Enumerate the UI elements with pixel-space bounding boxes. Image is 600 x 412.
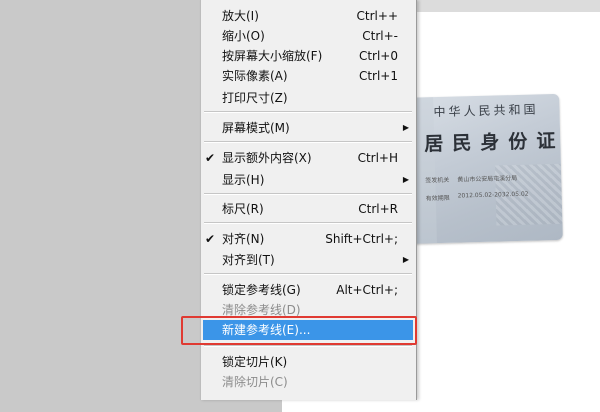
id-card-country-text: 中华人民共和国 (433, 102, 539, 120)
menu-item-snap[interactable]: ✔ 对齐(N) Shift+Ctrl+; (201, 229, 416, 249)
menu-item-label: 标尺(R) (222, 202, 264, 216)
menu-item-shortcut: Shift+Ctrl+; (325, 232, 398, 246)
menu-separator (204, 273, 412, 275)
submenu-arrow-icon: ▶ (402, 123, 409, 132)
menu-item-rulers[interactable]: 标尺(R) Ctrl+R (201, 199, 416, 219)
menu-item-label: 实际像素(A) (222, 69, 288, 83)
menu-item-show[interactable]: 显示(H) ▶ (201, 170, 416, 190)
menu-item-label: 对齐到(T) (222, 253, 275, 267)
checkmark-icon: ✔ (205, 151, 216, 165)
menu-item-lock-guides[interactable]: 锁定参考线(G) Alt+Ctrl+; (201, 280, 416, 300)
menu-item-shortcut: Ctrl+H (357, 151, 398, 165)
annotation-highlight-box (181, 316, 417, 345)
menu-item-shortcut: Ctrl+- (362, 29, 398, 43)
menu-item-label: 放大(I) (222, 9, 259, 23)
menu-item-label: 锁定参考线(G) (222, 283, 301, 297)
id-card-title-text: 居民身份证 (424, 129, 563, 156)
menu-separator (204, 141, 412, 143)
menu-item-clear-slices: 清除切片(C) (201, 372, 416, 392)
submenu-arrow-icon: ▶ (402, 175, 409, 184)
id-card-authority-label: 签发机关 (425, 176, 450, 185)
menu-item-label: 显示(H) (222, 173, 265, 187)
menu-separator (204, 111, 412, 113)
menu-item-label: 打印尺寸(Z) (222, 91, 288, 105)
menu-item-show-extras[interactable]: ✔ 显示额外内容(X) Ctrl+H (201, 148, 416, 168)
id-card-image: 中华人民共和国 居民身份证 签发机关 黄山市公安局屯溪分局 有效期限 2012.… (393, 93, 563, 245)
checkmark-icon: ✔ (205, 232, 216, 246)
menu-item-label: 显示额外内容(X) (222, 151, 312, 165)
menu-item-fit-screen[interactable]: 按屏幕大小缩放(F) Ctrl+0 (201, 46, 416, 66)
menu-item-zoom-out[interactable]: 缩小(O) Ctrl+- (201, 26, 416, 46)
menu-item-shortcut: Ctrl+R (358, 202, 398, 216)
submenu-arrow-icon: ▶ (402, 255, 409, 264)
id-card-validity-label: 有效期限 (425, 194, 450, 203)
menu-item-print-size[interactable]: 打印尺寸(Z) (201, 88, 416, 108)
menu-item-lock-slices[interactable]: 锁定切片(K) (201, 352, 416, 372)
menu-separator (204, 345, 412, 347)
menu-item-actual-pixels[interactable]: 实际像素(A) Ctrl+1 (201, 66, 416, 86)
menu-separator (204, 222, 412, 224)
menu-item-snap-to[interactable]: 对齐到(T) ▶ (201, 250, 416, 270)
id-card-authority: 黄山市公安局屯溪分局 (457, 174, 518, 184)
menu-item-zoom-in[interactable]: 放大(I) Ctrl++ (201, 6, 416, 26)
menu-item-shortcut: Ctrl+1 (358, 69, 398, 83)
menu-item-label: 对齐(N) (222, 232, 265, 246)
menu-item-label: 缩小(O) (222, 29, 265, 43)
menu-item-screen-mode[interactable]: 屏幕模式(M) ▶ (201, 118, 416, 138)
menu-item-label: 屏幕模式(M) (222, 121, 290, 135)
menu-item-shortcut: Ctrl+0 (358, 49, 398, 63)
menu-item-label: 锁定切片(K) (222, 355, 288, 369)
menu-item-label: 清除切片(C) (222, 375, 288, 389)
menu-item-shortcut: Ctrl++ (356, 9, 398, 23)
menu-item-shortcut: Alt+Ctrl+; (336, 283, 398, 297)
menu-separator (204, 193, 412, 195)
menu-item-label: 按屏幕大小缩放(F) (222, 49, 323, 63)
